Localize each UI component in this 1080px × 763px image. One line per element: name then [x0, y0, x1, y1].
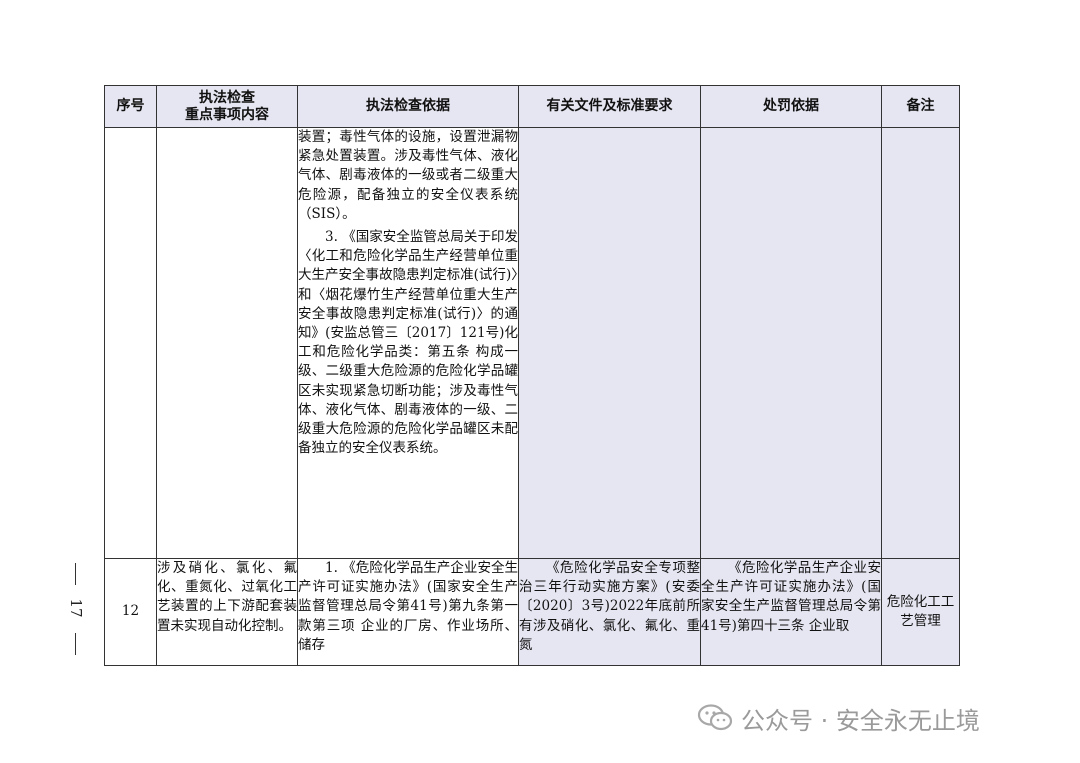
header-docs: 有关文件及标准要求: [518, 85, 701, 128]
header-basis: 执法检查依据: [297, 85, 519, 128]
cell-basis: 装置；毒性气体的设施，设置泄漏物紧急处置装置。涉及毒性气体、液化气体、剧毒液体的…: [297, 127, 519, 559]
enforcement-table: 序号 执法检查 重点事项内容 执法检查依据 有关文件及标准要求 处罚依据 备注 …: [104, 85, 960, 666]
page-number-dash: [75, 563, 76, 585]
cell-penalty: 《危险化学品生产企业安全生产许可证实施办法》(国家安全生产监督管理总局令第41号…: [700, 558, 882, 666]
page-number-text: 17: [67, 598, 85, 618]
cell-seq: [104, 127, 157, 559]
header-item: 执法检查 重点事项内容: [156, 85, 298, 128]
cell-docs: [518, 127, 701, 559]
header-seq: 序号: [104, 85, 157, 128]
table-row: 装置；毒性气体的设施，设置泄漏物紧急处置装置。涉及毒性气体、液化气体、剧毒液体的…: [104, 127, 960, 559]
cell-seq: 12: [104, 558, 157, 666]
cell-item: [156, 127, 298, 559]
remark-text: 危险化工工艺管理: [886, 593, 955, 629]
header-penalty: 处罚依据: [700, 85, 882, 128]
docs-text: 《危险化学品安全专项整治三年行动实施方案》(安委〔2020〕3号)2022年底前…: [519, 560, 700, 653]
penalty-text: 《危险化学品生产企业安全生产许可证实施办法》(国家安全生产监督管理总局令第41号…: [701, 560, 881, 634]
page-number-dash: [75, 633, 76, 655]
cell-remark: [881, 127, 960, 559]
cell-remark: 危险化工工艺管理: [881, 558, 960, 666]
item-text: 涉及硝化、氯化、氟化、重氮化、过氧化工艺装置的上下游配套装置未实现自动化控制。: [157, 560, 297, 634]
basis-paragraph: 3. 《国家安全监管总局关于印发〈化工和危险化学品生产经营单位重大生产安全事故隐…: [298, 229, 518, 457]
basis-paragraph: 装置；毒性气体的设施，设置泄漏物紧急处置装置。涉及毒性气体、液化气体、剧毒液体的…: [298, 129, 518, 222]
header-row: 序号 执法检查 重点事项内容 执法检查依据 有关文件及标准要求 处罚依据 备注: [104, 85, 960, 128]
header-remark: 备注: [881, 85, 960, 128]
basis-paragraph: 1. 《危险化学品生产企业安全生产许可证实施办法》(国家安全生产监督管理总局令第…: [298, 560, 518, 653]
cell-penalty: [700, 127, 882, 559]
table-row: 12 涉及硝化、氯化、氟化、重氮化、过氧化工艺装置的上下游配套装置未实现自动化控…: [104, 558, 960, 666]
page-number: 17: [56, 563, 96, 659]
watermark-text: 公众号 · 安全永无止境: [741, 706, 980, 735]
cell-item: 涉及硝化、氯化、氟化、重氮化、过氧化工艺装置的上下游配套装置未实现自动化控制。: [156, 558, 298, 666]
watermark: 公众号 · 安全永无止境: [697, 700, 980, 736]
wechat-icon: [697, 704, 733, 732]
cell-docs: 《危险化学品安全专项整治三年行动实施方案》(安委〔2020〕3号)2022年底前…: [518, 558, 701, 666]
cell-basis: 1. 《危险化学品生产企业安全生产许可证实施办法》(国家安全生产监督管理总局令第…: [297, 558, 519, 666]
